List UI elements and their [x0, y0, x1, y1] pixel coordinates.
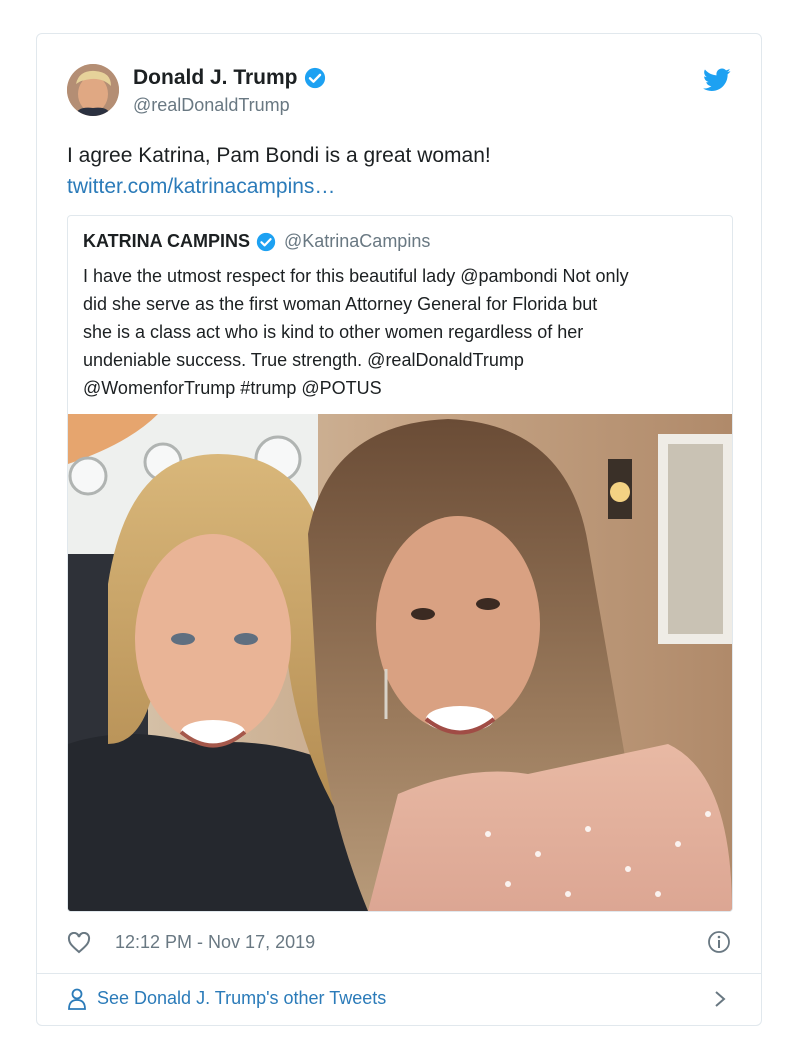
verified-badge-icon	[256, 232, 276, 251]
quoted-text-line: she is a class act who is kind to other …	[83, 322, 584, 342]
tweet-header: Donald J. Trump @realDonaldTrump	[67, 64, 731, 120]
quoted-author-name: KATRINA CAMPINS	[83, 231, 250, 251]
quoted-tweet-text: I have the utmost respect for this beaut…	[83, 262, 723, 402]
quoted-text-line: @WomenforTrump #trump @POTUS	[83, 378, 382, 398]
person-icon	[68, 988, 86, 1010]
author-handle[interactable]: @realDonaldTrump	[133, 95, 326, 116]
quoted-tweet-photo[interactable]	[68, 414, 732, 911]
quoted-text-line: did she serve as the first woman Attorne…	[83, 294, 598, 314]
quoted-author-handle: @KatrinaCampins	[284, 231, 431, 251]
tweet-meta: 12:12 PM - Nov 17, 2019	[67, 930, 731, 960]
quoted-tweet[interactable]: KATRINA CAMPINS @KatrinaCampins I have t…	[67, 215, 733, 912]
verified-badge-icon	[304, 67, 325, 89]
embedded-tweet-card: Donald J. Trump @realDonaldTrump I agree…	[36, 33, 762, 1026]
see-other-tweets-link[interactable]: See Donald J. Trump's other Tweets	[67, 986, 731, 1016]
author-name[interactable]: Donald J. Trump	[133, 66, 298, 90]
info-icon[interactable]	[707, 930, 731, 954]
quoted-text-line: I have the utmost respect for this beaut…	[83, 266, 629, 286]
chevron-right-icon[interactable]	[713, 989, 727, 1009]
author-info: Donald J. Trump @realDonaldTrump	[133, 66, 326, 116]
tweet-body: I agree Katrina, Pam Bondi is a great wo…	[67, 140, 491, 202]
twitter-bird-icon[interactable]	[703, 68, 731, 92]
quoted-tweet-header: KATRINA CAMPINS @KatrinaCampins	[83, 231, 430, 252]
tweet-link[interactable]: twitter.com/katrinacampins…	[67, 171, 491, 202]
see-other-tweets-label[interactable]: See Donald J. Trump's other Tweets	[97, 988, 386, 1009]
heart-icon[interactable]	[67, 932, 91, 954]
author-avatar[interactable]	[67, 64, 119, 116]
tweet-text: I agree Katrina, Pam Bondi is a great wo…	[67, 144, 491, 167]
quoted-text-line: undeniable success. True strength. @real…	[83, 350, 524, 370]
divider	[37, 973, 761, 974]
tweet-timestamp[interactable]: 12:12 PM - Nov 17, 2019	[115, 932, 315, 953]
